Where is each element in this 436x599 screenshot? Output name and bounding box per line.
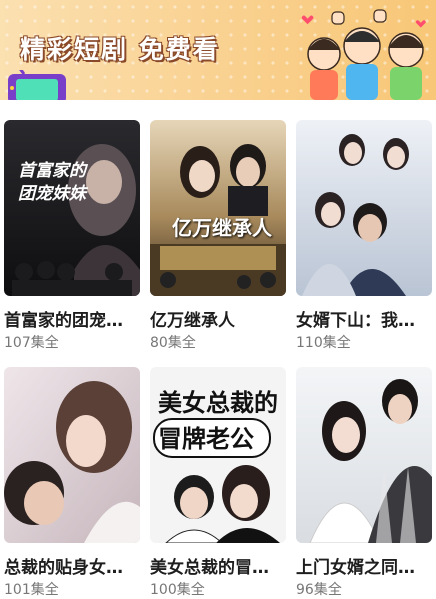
drama-card[interactable]: 美女总裁的冒牌老公 美女总裁的冒… 100集全 — [150, 367, 286, 598]
drama-card[interactable]: 总裁的贴身女… 101集全 — [4, 367, 140, 598]
tv-icon — [8, 70, 66, 100]
drama-card[interactable]: 亿万继承人 亿万继承人 80集全 — [150, 120, 286, 351]
poster-image — [4, 120, 140, 296]
drama-title: 首富家的团宠… — [4, 311, 123, 331]
drama-title: 女婿下山：我… — [296, 311, 415, 331]
drama-title: 上门女婿之同… — [296, 558, 415, 578]
episode-count: 107集全 — [4, 335, 59, 351]
drama-card[interactable]: 女婿下山：我… 110集全 — [296, 120, 432, 351]
episode-count: 100集全 — [150, 582, 205, 598]
drama-title: 总裁的贴身女… — [4, 558, 123, 578]
poster-image — [296, 367, 432, 543]
episode-count: 101集全 — [4, 582, 59, 598]
poster-title-text: 首富家的团宠妹妹 — [18, 161, 86, 204]
drama-title: 美女总裁的冒… — [150, 558, 269, 578]
drama-poster[interactable]: 美女总裁的冒牌老公 — [150, 367, 286, 543]
poster-title-text: 亿万继承人 — [172, 216, 272, 240]
episode-count: 80集全 — [150, 335, 196, 351]
promo-banner[interactable]: 精彩短剧 免费看 — [0, 0, 436, 100]
drama-poster[interactable] — [4, 367, 140, 543]
poster-image — [296, 120, 432, 296]
drama-poster[interactable] — [296, 120, 432, 296]
poster-image — [150, 120, 286, 296]
episode-count: 96集全 — [296, 582, 342, 598]
banner-title: 精彩短剧 免费看 — [20, 35, 220, 64]
drama-card[interactable]: 首富家的团宠妹妹 首富家的团宠… 107集全 — [4, 120, 140, 351]
drama-poster[interactable]: 亿万继承人 — [150, 120, 286, 296]
episode-count: 110集全 — [296, 335, 351, 351]
drama-poster[interactable] — [296, 367, 432, 543]
poster-image — [4, 367, 140, 543]
drama-poster[interactable]: 首富家的团宠妹妹 — [4, 120, 140, 296]
drama-title: 亿万继承人 — [150, 311, 235, 331]
poster-title-text: 美女总裁的冒牌老公 — [158, 389, 278, 453]
drama-card[interactable]: 上门女婿之同… 96集全 — [296, 367, 432, 598]
cartoon-characters-illustration — [301, 9, 426, 100]
